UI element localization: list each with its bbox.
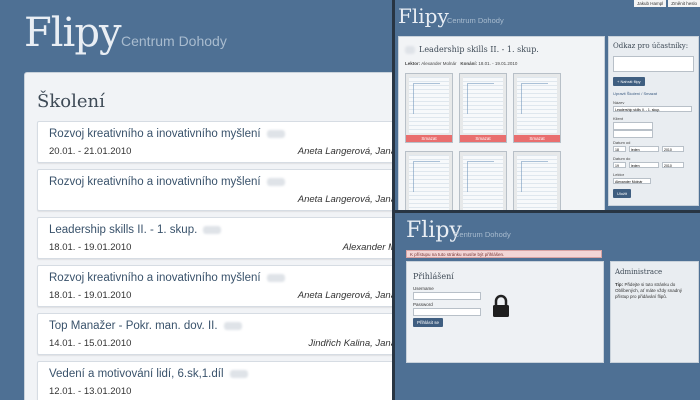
course-date: 18.01. - 19.01.2010 [49, 242, 132, 253]
login-screenshot: Flipy Centrum Dohody K přístupu na tuto … [395, 213, 700, 400]
blurred-text [203, 225, 222, 234]
course-lecturer: Aneta Langerová, Jana [297, 146, 392, 157]
course-edit-sidebar: Odkaz pro účastníky: + Nahrát flipy Upra… [608, 36, 699, 206]
course-name[interactable]: Top Manažer - Pokr. man. dov. II. [49, 320, 242, 332]
admin-title: Administrace [615, 268, 663, 276]
flip-thumbnail[interactable]: Smazat [405, 73, 453, 143]
course-name[interactable]: Rozvoj kreativního a inovativního myšlen… [49, 272, 285, 284]
section-title: Školení [37, 91, 105, 112]
main-screenshot: Flipy Centrum Dohody Školení Rozvoj krea… [0, 0, 392, 400]
course-lecturer: Alexander M [342, 242, 392, 253]
app-logo[interactable]: Flipy [398, 4, 449, 28]
participant-link-title: Odkaz pro účastníky: [613, 42, 689, 50]
course-lecturer: Aneta Langerová, Jana [297, 290, 392, 301]
year-from-select[interactable]: 2010 [662, 146, 684, 152]
date-from-label: Datum od [613, 140, 631, 145]
delete-button[interactable]: Smazat [406, 135, 452, 142]
course-item[interactable]: Vedení a motivování lidí, 6.sk,1.díl 12.… [37, 361, 392, 400]
user-link[interactable]: Jakub Hampl [633, 0, 667, 7]
blurred-text [223, 321, 242, 330]
user-bar: Jakub Hampl Změnit heslo [633, 0, 700, 7]
password-label: Password [413, 302, 433, 307]
username-input[interactable] [413, 292, 481, 300]
access-warning: K přístupu na tuto stránku musíte být př… [406, 250, 602, 258]
change-password-link[interactable]: Změnit heslo [668, 0, 700, 7]
course-date: 20.01. - 21.01.2010 [49, 146, 132, 157]
blurred-text [266, 177, 285, 186]
delete-button[interactable]: Smazat [514, 135, 560, 142]
course-date: 14.01. - 15.01.2010 [49, 338, 132, 349]
blurred-text [266, 273, 285, 282]
upload-flips-button[interactable]: + Nahrát flipy [613, 77, 645, 86]
courses-panel: Školení Rozvoj kreativního a inovativníh… [24, 72, 392, 400]
blurred-text [405, 46, 415, 54]
flip-thumbnail[interactable]: Smazat [459, 73, 507, 143]
flip-thumbnail[interactable] [405, 151, 453, 210]
course-item[interactable]: Leadership skills II. - 1. skup. 18.01. … [37, 217, 392, 259]
flip-thumbnail[interactable]: Smazat [513, 73, 561, 143]
login-button[interactable]: Přihlásit se [413, 318, 444, 327]
course-lecturer: Aneta Langerová, Jana [297, 194, 392, 205]
client-label: Klient [613, 116, 624, 121]
day-from-select[interactable]: 18 [613, 146, 626, 152]
blurred-text [229, 369, 248, 378]
course-name[interactable]: Vedení a motivování lidí, 6.sk,1.díl [49, 368, 248, 380]
month-from-select[interactable]: leden [629, 146, 659, 152]
client-input[interactable] [613, 122, 653, 130]
course-title: Leadership skills II. - 1. skup. [405, 45, 539, 54]
course-item[interactable]: Rozvoj kreativního a inovativního myšlen… [37, 169, 392, 211]
admin-panel: Administrace Tip: Přidejte si tuto strán… [610, 261, 699, 363]
year-to-select[interactable]: 2010 [662, 162, 684, 168]
course-date: 12.01. - 13.01.2010 [49, 386, 132, 397]
login-panel: Přihlášení Username Password Přihlásit s… [406, 261, 604, 363]
course-item[interactable]: Rozvoj kreativního a inovativního myšlen… [37, 121, 392, 163]
course-item[interactable]: Top Manažer - Pokr. man. dov. II. 14.01.… [37, 313, 392, 355]
app-subtitle: Centrum Dohody [447, 16, 504, 25]
lecturer-select[interactable]: Alexander Molnár [613, 178, 651, 184]
course-item[interactable]: Rozvoj kreativního a inovativního myšlen… [37, 265, 392, 307]
flip-thumbnail[interactable] [459, 151, 507, 210]
lock-icon [493, 294, 509, 317]
course-lecturer: Jindřich Kalina, Jana [308, 338, 392, 349]
course-name[interactable]: Leadership skills II. - 1. skup. [49, 224, 222, 236]
app-subtitle: Centrum Dohody [454, 230, 511, 239]
participant-link-field[interactable] [613, 56, 694, 72]
flip-thumbnail[interactable] [513, 151, 561, 210]
day-to-select[interactable]: 19 [613, 162, 626, 168]
date-to-label: Datum do [613, 156, 631, 161]
delete-button[interactable]: Smazat [460, 135, 506, 142]
app-subtitle: Centrum Dohody [121, 33, 227, 49]
app-logo[interactable]: Flipy [24, 10, 122, 56]
name-label: Název [613, 100, 625, 105]
login-title: Přihlášení [413, 272, 454, 281]
blurred-text [266, 129, 285, 138]
course-detail-screenshot: Jakub Hampl Změnit heslo Flipy Centrum D… [395, 0, 700, 210]
course-meta: Lektor: Alexander Molnár Konání: 18.01. … [405, 61, 518, 66]
username-label: Username [413, 286, 434, 291]
course-detail-panel: Leadership skills II. - 1. skup. Lektor:… [398, 36, 605, 210]
client-input-2[interactable] [613, 130, 653, 138]
save-button[interactable]: Uložit [613, 189, 632, 198]
course-name[interactable]: Rozvoj kreativního a inovativního myšlen… [49, 128, 285, 140]
edit-course-link[interactable]: Upravit Školení / Smazat [613, 91, 657, 96]
lecturer-label: Lektor [613, 172, 625, 177]
name-input[interactable]: Leadership skills II. - 1. skup. [613, 106, 692, 112]
password-input[interactable] [413, 308, 481, 316]
admin-tip: Tip: Přidejte si tuto stránku do Oblíben… [615, 282, 682, 299]
month-to-select[interactable]: leden [629, 162, 659, 168]
course-name[interactable]: Rozvoj kreativního a inovativního myšlen… [49, 176, 285, 188]
course-date: 18.01. - 19.01.2010 [49, 290, 132, 301]
